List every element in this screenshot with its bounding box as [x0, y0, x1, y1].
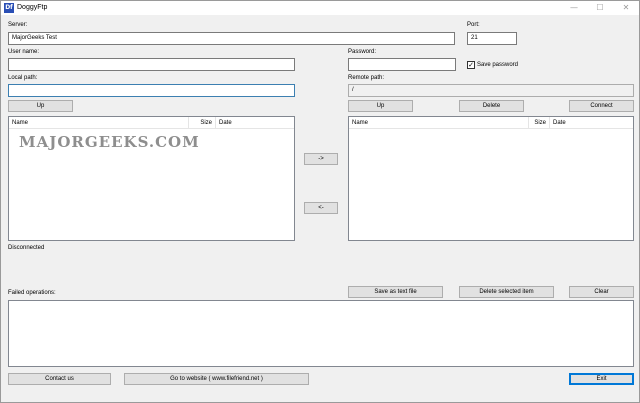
remote-list-header: Name Size Date — [349, 117, 633, 129]
failed-operations-list[interactable] — [8, 300, 634, 367]
remote-path-label: Remote path: — [348, 75, 385, 81]
username-label: User name: — [8, 49, 40, 55]
port-input[interactable]: 21 — [467, 32, 517, 45]
port-label: Port: — [467, 22, 480, 28]
watermark-logo: MAJORGEEKS.COM — [19, 133, 200, 151]
close-button[interactable]: ✕ — [613, 1, 639, 15]
go-to-website-button[interactable]: Go to website ( www.filefriend.net ) — [124, 373, 309, 385]
local-up-button[interactable]: Up — [8, 100, 73, 112]
window-title: DoggyFtp — [17, 4, 48, 11]
app-window: Df DoggyFtp — ☐ ✕ Server: MajorGeeks Tes… — [0, 0, 640, 403]
status-text: Disconnected — [8, 245, 45, 251]
delete-selected-button[interactable]: Delete selected item — [459, 286, 554, 298]
local-path-label: Local path: — [8, 75, 38, 81]
remote-column-name[interactable]: Name — [349, 117, 529, 129]
exit-button[interactable]: Exit — [569, 373, 634, 385]
failed-operations-label: Failed operations: — [8, 290, 56, 296]
app-logo-icon: Df — [4, 3, 14, 13]
local-column-name[interactable]: Name — [9, 117, 189, 129]
maximize-button[interactable]: ☐ — [587, 1, 613, 15]
remote-column-size[interactable]: Size — [529, 117, 550, 129]
local-list-header: Name Size Date — [9, 117, 294, 129]
local-path-input[interactable] — [8, 84, 295, 97]
title-bar: Df DoggyFtp — ☐ ✕ — [1, 1, 639, 15]
remote-file-list[interactable]: Name Size Date — [348, 116, 634, 241]
username-input[interactable] — [8, 58, 295, 71]
save-password-checkbox[interactable]: ✓ — [467, 61, 475, 69]
contact-us-button[interactable]: Contact us — [8, 373, 111, 385]
local-column-date[interactable]: Date — [216, 117, 294, 129]
remote-column-date[interactable]: Date — [550, 117, 633, 129]
connect-button[interactable]: Connect — [569, 100, 634, 112]
server-input[interactable]: MajorGeeks Test — [8, 32, 455, 45]
local-column-size[interactable]: Size — [189, 117, 216, 129]
password-input[interactable] — [348, 58, 456, 71]
upload-button[interactable]: -> — [304, 153, 338, 165]
delete-button[interactable]: Delete — [459, 100, 524, 112]
password-label: Password: — [348, 49, 377, 55]
save-as-text-button[interactable]: Save as text file — [348, 286, 443, 298]
minimize-button[interactable]: — — [561, 1, 587, 15]
download-button[interactable]: <- — [304, 202, 338, 214]
remote-path-input[interactable]: / — [348, 84, 634, 97]
save-password-label: Save password — [477, 62, 519, 68]
remote-up-button[interactable]: Up — [348, 100, 413, 112]
clear-button[interactable]: Clear — [569, 286, 634, 298]
server-label: Server: — [8, 22, 28, 28]
